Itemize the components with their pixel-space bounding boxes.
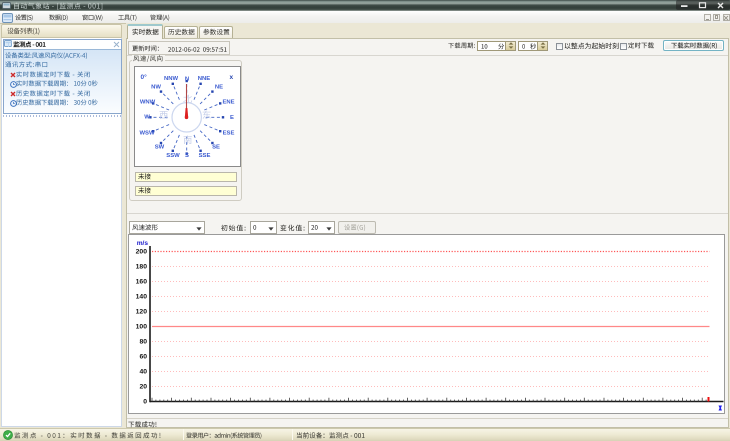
svg-text:SSE: SSE: [199, 153, 211, 159]
svg-text:SW: SW: [155, 145, 165, 151]
svg-text:120: 120: [135, 309, 147, 316]
svg-text:20: 20: [139, 384, 147, 391]
svg-text:N: N: [185, 77, 189, 83]
svg-text:x: x: [230, 74, 234, 81]
svg-text:140: 140: [135, 294, 147, 301]
svg-text:m/s: m/s: [136, 240, 148, 247]
svg-text:ENE: ENE: [222, 99, 234, 105]
svg-text:60: 60: [139, 354, 147, 361]
svg-text:SE: SE: [212, 145, 220, 151]
svg-text:0: 0: [143, 399, 147, 406]
svg-text:40: 40: [139, 369, 147, 376]
svg-text:S: S: [185, 153, 189, 159]
svg-text:ESE: ESE: [223, 131, 235, 137]
svg-text:100: 100: [135, 324, 147, 331]
svg-text:WNW: WNW: [140, 99, 156, 105]
svg-text:SSW: SSW: [166, 153, 180, 159]
svg-text:NNE: NNE: [198, 76, 211, 82]
svg-text:NW: NW: [151, 85, 161, 91]
svg-text:WSW: WSW: [139, 131, 154, 137]
svg-text:0°: 0°: [141, 73, 148, 81]
svg-text:160: 160: [135, 279, 147, 286]
svg-text:80: 80: [139, 339, 147, 346]
svg-text:NE: NE: [215, 85, 223, 91]
svg-text:200: 200: [135, 249, 147, 256]
svg-text:180: 180: [135, 264, 147, 271]
svg-text:W: W: [144, 115, 150, 121]
svg-text:NNW: NNW: [164, 76, 179, 82]
svg-text:E: E: [230, 115, 234, 121]
